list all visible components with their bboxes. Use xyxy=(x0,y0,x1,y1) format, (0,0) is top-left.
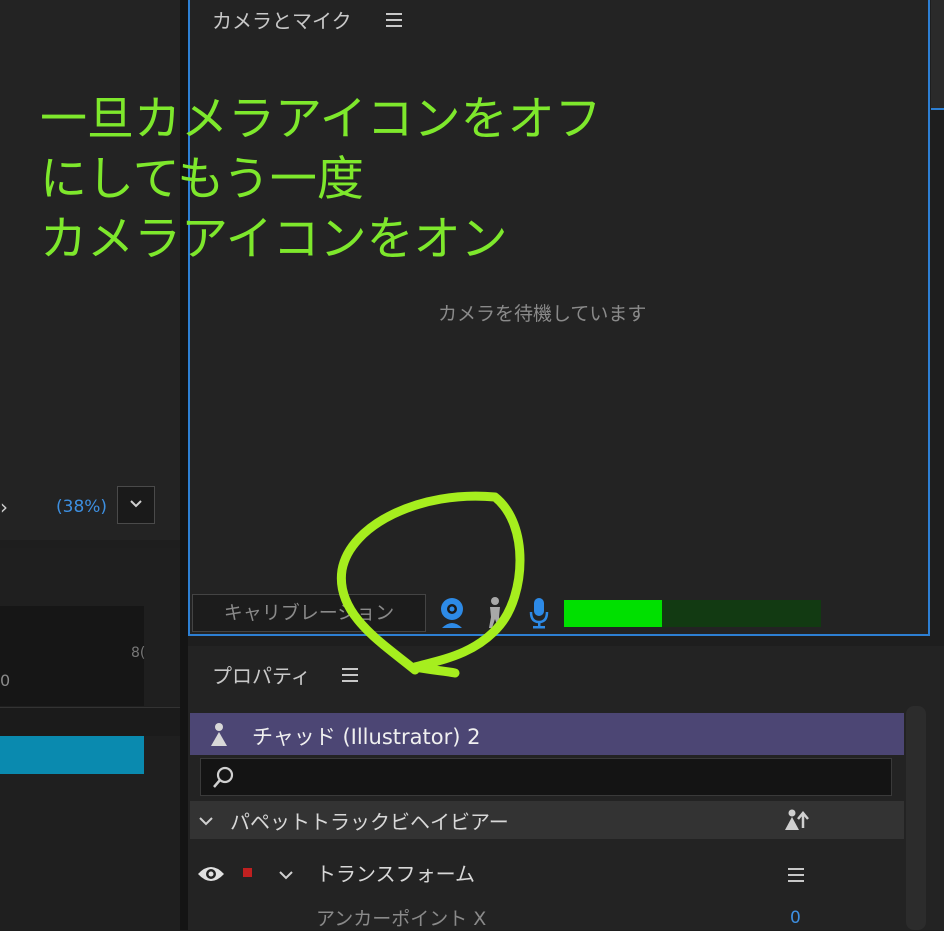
program-monitor-panel xyxy=(0,0,180,540)
timeline-clip[interactable] xyxy=(0,736,144,774)
annotation-text: 一旦カメラアイコンをオフ にしてもう一度 カメラアイコンをオン xyxy=(40,92,602,267)
adjacent-panel-border xyxy=(931,108,944,110)
anchor-point-x-label: アンカーポイント X xyxy=(316,908,487,930)
eye-icon[interactable] xyxy=(197,864,225,888)
timeline-track xyxy=(0,707,180,736)
camera-panel-title: カメラとマイク xyxy=(212,9,352,33)
camera-waiting-message: カメラを待機しています xyxy=(438,303,647,325)
behavior-label: パペットトラックビヘイビアー xyxy=(230,810,509,834)
puppet-icon xyxy=(208,722,230,752)
annotation-circle xyxy=(330,485,540,689)
chevron-down-icon[interactable] xyxy=(278,866,294,885)
ruler-tick-label: 8( xyxy=(131,645,146,661)
ruler-zero-label: 0 xyxy=(0,671,11,690)
record-armed-indicator[interactable] xyxy=(243,868,252,877)
chevron-down-icon xyxy=(130,500,142,508)
chevron-right-icon[interactable]: › xyxy=(0,495,8,519)
properties-scrollbar[interactable] xyxy=(906,706,926,930)
search-icon xyxy=(212,765,236,793)
audio-level-fill xyxy=(564,600,662,627)
audio-level-meter xyxy=(564,600,821,627)
add-behavior-icon[interactable] xyxy=(784,808,810,836)
camera-panel-menu-icon[interactable] xyxy=(386,13,402,27)
transform-label: トランスフォーム xyxy=(316,862,475,886)
transform-menu-icon[interactable] xyxy=(788,868,804,882)
adjacent-panel-edge xyxy=(931,0,944,108)
properties-search-input[interactable] xyxy=(200,758,892,796)
chevron-down-icon[interactable] xyxy=(198,812,214,831)
zoom-dropdown-button[interactable] xyxy=(117,486,155,524)
puppet-name: チャッド (Illustrator) 2 xyxy=(252,725,481,749)
properties-panel-title: プロパティ xyxy=(212,664,311,688)
zoom-level: (38%) xyxy=(56,497,108,517)
anchor-point-x-value[interactable]: 0 xyxy=(790,908,801,928)
timeline-ruler xyxy=(0,606,144,706)
